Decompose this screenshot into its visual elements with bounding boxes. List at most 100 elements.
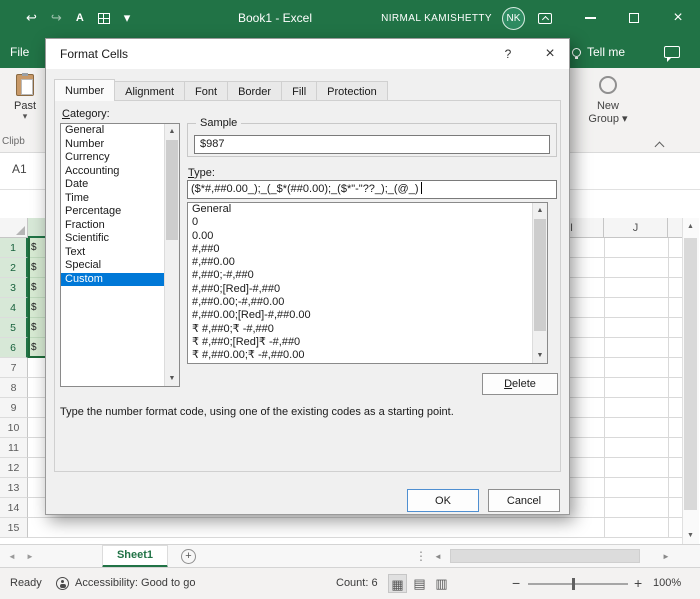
row-header[interactable]: 9 bbox=[0, 398, 28, 418]
type-input[interactable]: ($*#,##0.00_);_(_$*(##0.00);_($*"-"??_);… bbox=[187, 180, 557, 199]
format-option[interactable]: #,##0.00;[Red]-#,##0.00 bbox=[188, 309, 532, 322]
zoom-slider-thumb[interactable] bbox=[572, 578, 575, 590]
row-header[interactable]: 13 bbox=[0, 478, 28, 498]
format-option[interactable]: ₹ #,##0;[Red]₹ -#,##0 bbox=[188, 336, 532, 349]
row-header[interactable]: 11 bbox=[0, 438, 28, 458]
cancel-button[interactable]: Cancel bbox=[488, 489, 560, 512]
row-header[interactable]: 5 bbox=[0, 318, 28, 338]
tab-border[interactable]: Border bbox=[227, 81, 283, 101]
hscroll-right-icon[interactable]: ► bbox=[662, 552, 670, 561]
tab-alignment[interactable]: Alignment bbox=[114, 81, 186, 101]
vertical-scrollbar-thumb[interactable] bbox=[684, 238, 697, 510]
column-header-a-sliver[interactable] bbox=[28, 218, 45, 238]
format-option[interactable]: 0.00 bbox=[188, 230, 532, 243]
row-header[interactable]: 6 bbox=[0, 338, 28, 358]
format-option[interactable]: General bbox=[188, 203, 532, 216]
scroll-down-icon[interactable]: ▼ bbox=[165, 371, 179, 386]
row-header[interactable]: 1 bbox=[0, 238, 28, 258]
format-option[interactable]: ₹ #,##0.00;₹ -#,##0.00 bbox=[188, 349, 532, 362]
zoom-in-icon[interactable]: + bbox=[634, 575, 642, 591]
accessibility-status[interactable]: Accessibility: Good to go bbox=[75, 577, 195, 589]
scroll-up-icon[interactable]: ▲ bbox=[682, 218, 699, 235]
row-header[interactable]: 2 bbox=[0, 258, 28, 278]
account-name[interactable]: NIRMAL KAMISHETTY bbox=[381, 13, 492, 24]
format-option[interactable]: #,##0;[Red]-#,##0 bbox=[188, 283, 532, 296]
row-header[interactable]: 3 bbox=[0, 278, 28, 298]
cell[interactable]: $ bbox=[28, 278, 45, 298]
type-scrollbar[interactable]: ▲ ▼ bbox=[532, 203, 547, 363]
cell[interactable]: $ bbox=[28, 258, 45, 278]
sheet-nav-left-icon[interactable]: ◄ bbox=[8, 552, 16, 561]
category-option[interactable]: Currency bbox=[61, 151, 164, 165]
category-option[interactable]: Scientific bbox=[61, 232, 164, 246]
format-option[interactable]: #,##0 bbox=[188, 243, 532, 256]
font-color-icon[interactable]: A bbox=[76, 13, 84, 24]
new-sheet-button[interactable]: + bbox=[181, 549, 196, 564]
row-header[interactable]: 10 bbox=[0, 418, 28, 438]
tab-protection[interactable]: Protection bbox=[316, 81, 388, 101]
delete-button[interactable]: Delete bbox=[482, 373, 558, 395]
category-option-selected[interactable]: Custom bbox=[61, 272, 164, 286]
undo-icon[interactable]: ↩ bbox=[26, 11, 37, 25]
sheet-nav-right-icon[interactable]: ► bbox=[26, 552, 34, 561]
dialog-help-icon[interactable]: ? bbox=[496, 44, 520, 64]
maximize-button[interactable] bbox=[612, 0, 656, 36]
row-header[interactable]: 4 bbox=[0, 298, 28, 318]
category-option[interactable]: Special bbox=[61, 259, 164, 273]
tell-me-box[interactable]: Tell me bbox=[572, 36, 625, 68]
scroll-down-icon[interactable]: ▼ bbox=[682, 527, 699, 544]
hscroll-left-icon[interactable]: ◄ bbox=[434, 552, 442, 561]
tab-fill[interactable]: Fill bbox=[281, 81, 318, 101]
category-option[interactable]: Number bbox=[61, 138, 164, 152]
page-break-view-icon[interactable]: ▥ bbox=[432, 574, 451, 593]
category-scrollbar[interactable]: ▲ ▼ bbox=[164, 124, 179, 386]
ribbon-display-options-icon[interactable] bbox=[538, 13, 552, 24]
ok-button[interactable]: OK bbox=[407, 489, 479, 512]
scroll-up-icon[interactable]: ▲ bbox=[533, 203, 547, 218]
normal-view-icon[interactable]: ▦ bbox=[388, 574, 407, 593]
close-button[interactable]: × bbox=[656, 0, 700, 36]
category-option[interactable]: General bbox=[61, 124, 164, 138]
tab-font[interactable]: Font bbox=[184, 81, 229, 101]
row-header[interactable]: 15 bbox=[0, 518, 28, 538]
scroll-up-icon[interactable]: ▲ bbox=[165, 124, 179, 139]
paste-button[interactable]: Past ▾ bbox=[6, 73, 44, 136]
scroll-down-icon[interactable]: ▼ bbox=[533, 348, 547, 363]
format-option[interactable]: ₹ #,##0;₹ -#,##0 bbox=[188, 323, 532, 336]
tab-number[interactable]: Number bbox=[54, 79, 116, 101]
column-header-j[interactable]: J bbox=[604, 218, 668, 238]
comments-icon[interactable] bbox=[664, 46, 680, 62]
type-scrollbar-thumb[interactable] bbox=[534, 219, 546, 331]
category-option[interactable]: Time bbox=[61, 192, 164, 206]
cell[interactable]: $ bbox=[28, 298, 45, 318]
borders-icon[interactable] bbox=[97, 12, 110, 24]
format-option[interactable]: #,##0;-#,##0 bbox=[188, 269, 532, 282]
cell[interactable]: $ bbox=[28, 338, 45, 358]
name-box[interactable]: A1 bbox=[12, 162, 27, 176]
account-avatar[interactable]: NK bbox=[502, 6, 525, 30]
category-option[interactable]: Date bbox=[61, 178, 164, 192]
zoom-slider-track[interactable] bbox=[528, 583, 628, 585]
dialog-close-icon[interactable]: × bbox=[534, 43, 566, 65]
row-header[interactable]: 8 bbox=[0, 378, 28, 398]
collapse-ribbon-icon[interactable] bbox=[655, 140, 664, 149]
tab-file[interactable]: File bbox=[10, 36, 29, 68]
tab-scroll-divider[interactable]: ⋮ bbox=[415, 549, 427, 563]
qat-customize-icon[interactable]: ▾ bbox=[124, 11, 131, 25]
new-group-button[interactable]: New Group ▾ bbox=[580, 76, 636, 125]
sheet-tab-sheet1[interactable]: Sheet1 bbox=[102, 545, 168, 568]
format-option[interactable]: #,##0.00;-#,##0.00 bbox=[188, 296, 532, 309]
format-option[interactable]: #,##0.00 bbox=[188, 256, 532, 269]
category-scrollbar-thumb[interactable] bbox=[166, 140, 178, 240]
category-listbox[interactable]: General Number Currency Accounting Date … bbox=[60, 123, 180, 387]
page-layout-view-icon[interactable]: ▤ bbox=[410, 574, 429, 593]
row-header[interactable]: 12 bbox=[0, 458, 28, 478]
category-option[interactable]: Fraction bbox=[61, 219, 164, 233]
zoom-level[interactable]: 100% bbox=[653, 577, 681, 589]
format-option[interactable]: 0 bbox=[188, 216, 532, 229]
row-header[interactable]: 7 bbox=[0, 358, 28, 378]
cell[interactable]: $ bbox=[28, 318, 45, 338]
redo-icon[interactable]: ↪ bbox=[51, 11, 62, 25]
select-all-button[interactable] bbox=[0, 218, 28, 238]
category-option[interactable]: Percentage bbox=[61, 205, 164, 219]
